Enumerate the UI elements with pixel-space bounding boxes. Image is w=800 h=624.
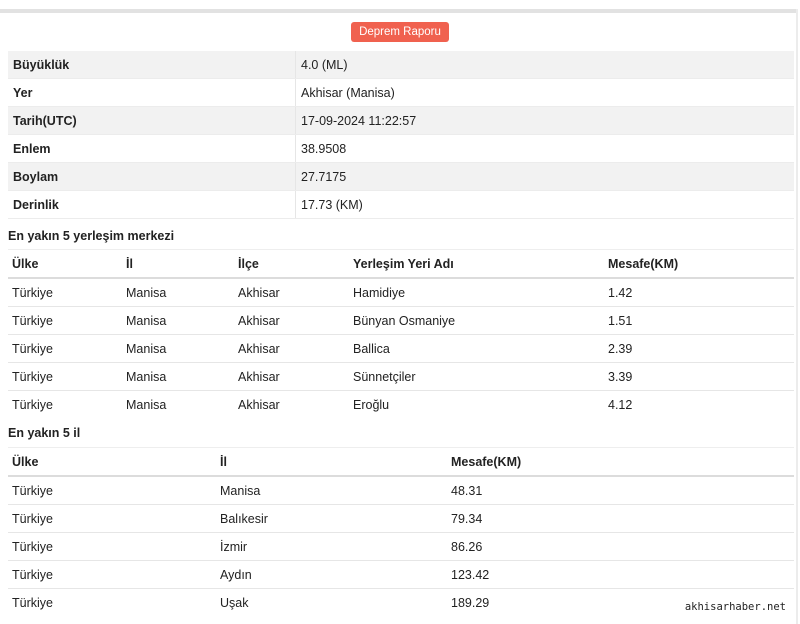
table-cell: Bünyan Osmaniye [349, 306, 604, 335]
table-row: Türkiye İzmir 86.26 [8, 532, 794, 561]
table-cell: Akhisar [234, 334, 349, 363]
info-value: Akhisar (Manisa) [295, 78, 794, 107]
info-value: 17-09-2024 11:22:57 [295, 106, 794, 135]
table-cell: Balıkesir [216, 504, 447, 533]
table-cell: Türkiye [8, 476, 216, 505]
site-watermark: akhisarhaber.net [682, 600, 788, 614]
table-header-row: Ülke İl İlçe Yerleşim Yeri Adı Mesafe(KM… [8, 249, 794, 279]
table-row: Türkiye Manisa Akhisar Bünyan Osmaniye 1… [8, 306, 794, 335]
column-header: Mesafe(KM) [447, 447, 794, 477]
info-label: Tarih(UTC) [8, 106, 296, 135]
table-cell: Eroğlu [353, 397, 390, 412]
info-value: 38.9508 [295, 134, 794, 163]
column-header: İl [122, 249, 234, 279]
info-label: Enlem [8, 134, 296, 163]
table-cell: 2.39 [604, 334, 794, 363]
info-row: Derinlik 17.73 (KM) [8, 190, 794, 219]
right-border [796, 9, 798, 624]
table-cell: İzmir [216, 532, 447, 561]
table-cell: Manisa [122, 362, 234, 391]
table-cell: Hamidiye [349, 278, 604, 307]
settlements-table: Ülke İl İlçe Yerleşim Yeri Adı Mesafe(KM… [8, 249, 794, 418]
table-cell: Türkiye [8, 362, 122, 391]
table-cell: Aydın [216, 560, 447, 589]
table-row: Türkiye Manisa Akhisar Sünnetçiler 3.39 [8, 362, 794, 391]
table-cell: Ballica [349, 334, 604, 363]
table-cell: Manisa [122, 278, 234, 307]
settlements-title: En yakın 5 yerleşim merkezi [8, 229, 175, 243]
table-cell: 1.51 [604, 306, 794, 335]
table-cell: Uşak [220, 595, 249, 610]
table-cell: Türkiye [8, 306, 122, 335]
table-cell: 3.39 [604, 362, 794, 391]
info-value: 4.0 (ML) [295, 51, 794, 79]
table-row: Türkiye Manisa Akhisar Ballica 2.39 [8, 334, 794, 363]
info-row: Büyüklük 4.0 (ML) [8, 51, 794, 79]
top-border [0, 9, 796, 13]
provinces-title: En yakın 5 il [8, 426, 81, 440]
table-cell: 123.42 [447, 560, 794, 589]
info-row: Boylam 27.7175 [8, 162, 794, 191]
table-cell: Manisa [122, 306, 234, 335]
provinces-table: Ülke İl Mesafe(KM) Türkiye Manisa 48.31 … [8, 447, 794, 616]
table-row: Türkiye Manisa Akhisar Hamidiye 1.42 [8, 278, 794, 307]
info-value: 17.73 (KM) [295, 190, 794, 219]
column-header: İl [216, 447, 447, 477]
table-cell: 4.12 [608, 397, 633, 412]
table-row: Türkiye Uşak 189.29 [8, 589, 794, 617]
info-label: Büyüklük [8, 51, 296, 79]
info-label: Derinlik [8, 190, 296, 219]
table-cell: Türkiye [8, 560, 216, 589]
report-button-wrap: Deprem Raporu [0, 22, 800, 42]
column-header: Ülke [8, 447, 216, 477]
table-row: Türkiye Manisa Akhisar Eroğlu 4.12 [8, 391, 794, 419]
column-header: Yerleşim Yeri Adı [349, 249, 604, 279]
table-cell: Türkiye [8, 532, 216, 561]
table-cell: Türkiye [8, 504, 216, 533]
info-label: Boylam [8, 162, 296, 191]
info-row: Tarih(UTC) 17-09-2024 11:22:57 [8, 106, 794, 135]
table-cell: Türkiye [12, 397, 53, 412]
info-label: Yer [8, 78, 296, 107]
deprem-raporu-button[interactable]: Deprem Raporu [351, 22, 449, 42]
table-cell: Türkiye [8, 334, 122, 363]
table-row: Türkiye Balıkesir 79.34 [8, 504, 794, 533]
table-cell: 86.26 [447, 532, 794, 561]
column-header: Ülke [8, 249, 122, 279]
column-header: Mesafe(KM) [604, 249, 794, 279]
table-cell: Akhisar [234, 306, 349, 335]
table-cell: Sünnetçiler [349, 362, 604, 391]
table-cell: Akhisar [238, 397, 280, 412]
table-cell: Akhisar [234, 278, 349, 307]
info-row: Enlem 38.9508 [8, 134, 794, 163]
table-cell: Manisa [216, 476, 447, 505]
table-cell: Türkiye [8, 278, 122, 307]
table-row: Türkiye Aydın 123.42 [8, 560, 794, 589]
table-cell: Türkiye [12, 595, 53, 610]
table-cell: Manisa [126, 397, 167, 412]
table-cell: 48.31 [447, 476, 794, 505]
table-header-row: Ülke İl Mesafe(KM) [8, 447, 794, 477]
column-header: İlçe [234, 249, 349, 279]
table-cell: Manisa [122, 334, 234, 363]
earthquake-info-table: Büyüklük 4.0 (ML) Yer Akhisar (Manisa) T… [8, 51, 794, 219]
table-cell: 79.34 [447, 504, 794, 533]
table-cell: Akhisar [234, 362, 349, 391]
info-value: 27.7175 [295, 162, 794, 191]
table-row: Türkiye Manisa 48.31 [8, 476, 794, 505]
table-cell: 1.42 [604, 278, 794, 307]
info-row: Yer Akhisar (Manisa) [8, 78, 794, 107]
